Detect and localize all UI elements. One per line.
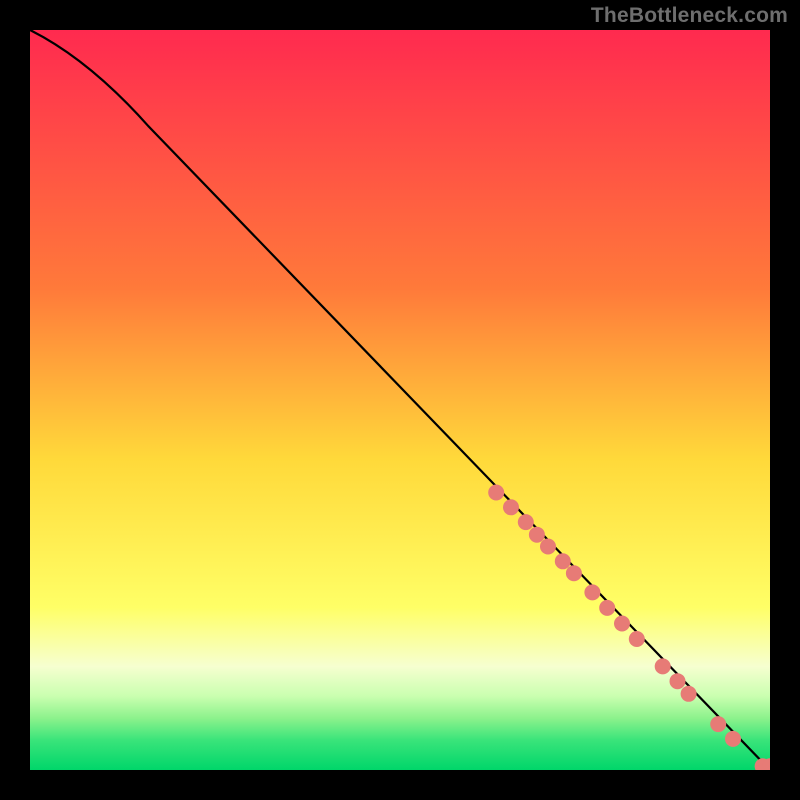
data-marker [629,631,645,647]
data-marker [540,539,556,555]
data-marker [488,485,504,501]
data-marker [655,658,671,674]
data-marker [584,584,600,600]
data-marker [710,716,726,732]
chart-background [30,30,770,770]
data-marker [555,553,571,569]
data-marker [725,731,741,747]
data-marker [503,499,519,515]
data-marker [670,673,686,689]
data-marker [681,686,697,702]
data-marker [614,616,630,632]
data-marker [599,600,615,616]
attribution-label: TheBottleneck.com [591,4,788,28]
bottleneck-chart [30,30,770,770]
data-marker [518,514,534,530]
chart-frame: TheBottleneck.com [0,0,800,800]
data-marker [566,565,582,581]
data-marker [529,527,545,543]
